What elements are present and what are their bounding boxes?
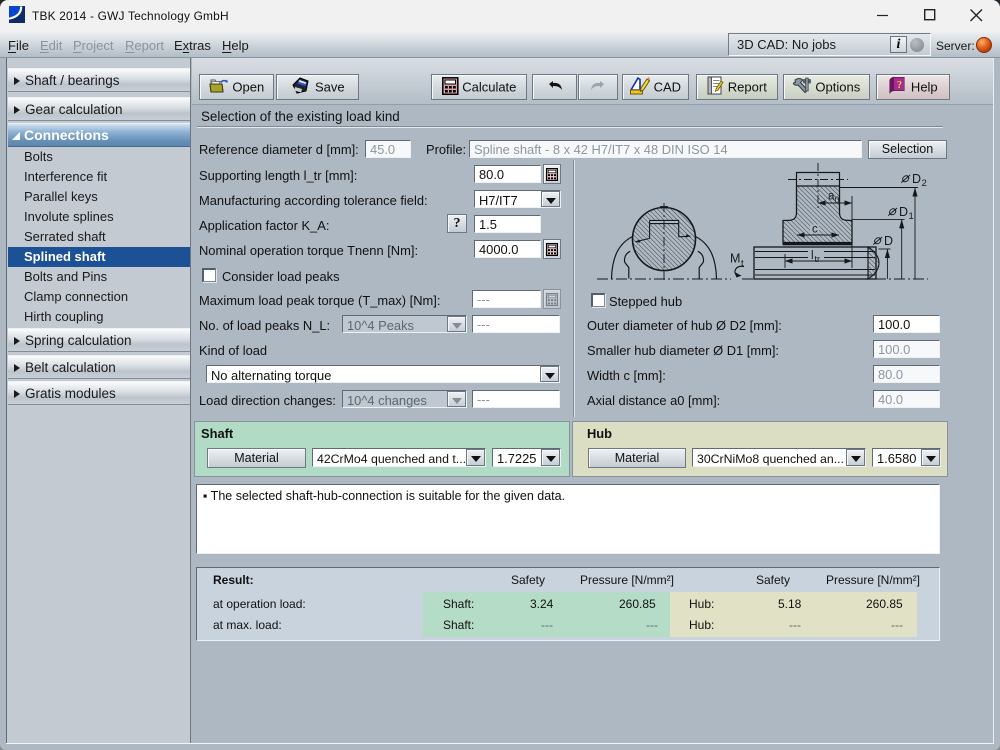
svg-text:0: 0 [835, 195, 840, 205]
svg-text:M: M [730, 252, 740, 266]
svg-text:tr: tr [815, 254, 821, 264]
svg-text:t: t [741, 258, 744, 269]
svg-text:D: D [884, 234, 893, 248]
svg-text:1: 1 [909, 211, 914, 222]
svg-text:2: 2 [922, 178, 927, 189]
svg-text:D: D [899, 205, 908, 219]
svg-text:c: c [812, 224, 818, 236]
svg-text:?: ? [897, 80, 902, 91]
svg-text:l: l [811, 250, 814, 262]
svg-text:D: D [912, 172, 921, 186]
